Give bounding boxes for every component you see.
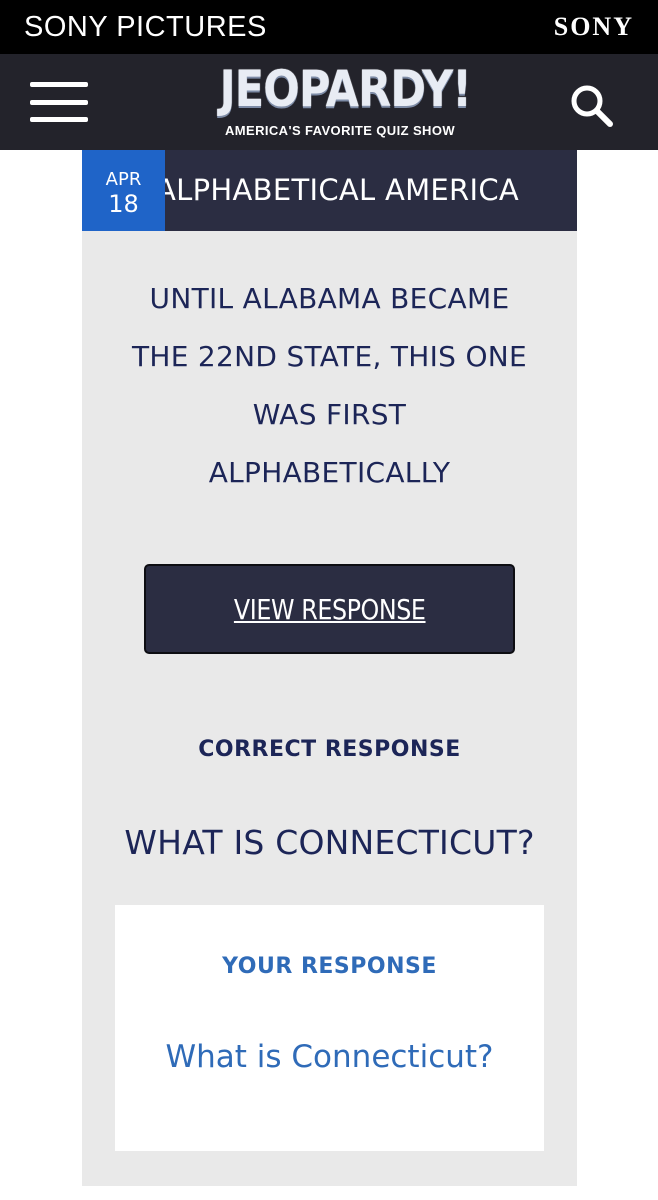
clue-line: THE 22ND STATE, THIS ONE [131, 340, 528, 373]
clue-line: WAS FIRST [252, 398, 407, 431]
view-response-button[interactable]: VIEW RESPONSE [144, 564, 515, 654]
site-header: JEOPARDY! AMERICA'S FAVORITE QUIZ SHOW [0, 54, 658, 150]
menu-line [30, 82, 88, 87]
category-bar: ALPHABETICAL AMERICA APR 18 [82, 150, 577, 231]
clue-card: ALPHABETICAL AMERICA APR 18 UNTIL ALABAM… [82, 150, 577, 1186]
sony-pictures-link[interactable]: SONY PICTURES [24, 10, 267, 44]
category-title: ALPHABETICAL AMERICA [156, 173, 520, 207]
view-response-label: VIEW RESPONSE [233, 592, 426, 626]
date-day: 18 [108, 190, 139, 218]
correct-response-text: WHAT IS CONNECTICUT? [124, 823, 535, 862]
your-response-text: What is Connecticut? [165, 1039, 494, 1075]
logo-text: JEOPARDY! [219, 60, 472, 118]
hamburger-menu-icon[interactable] [30, 82, 88, 122]
jeopardy-logo[interactable]: JEOPARDY! AMERICA'S FAVORITE QUIZ SHOW [200, 60, 480, 150]
clue-text: UNTIL ALABAMA BECAME THE 22ND STATE, THI… [102, 270, 557, 502]
date-badge: APR 18 [82, 150, 165, 231]
sony-top-bar: SONY PICTURES SONY [0, 0, 658, 54]
logo-tagline: AMERICA'S FAVORITE QUIZ SHOW [225, 123, 455, 138]
clue-line: UNTIL ALABAMA BECAME [149, 282, 510, 315]
search-icon[interactable] [566, 80, 616, 130]
search-icon-graphic [571, 85, 613, 127]
your-response-heading: YOUR RESPONSE [222, 954, 437, 979]
sony-logo[interactable]: SONY [554, 12, 634, 42]
date-month: APR [105, 169, 142, 190]
correct-response-heading: CORRECT RESPONSE [198, 737, 461, 762]
menu-line [30, 99, 88, 105]
menu-line [30, 117, 88, 122]
your-response-box: YOUR RESPONSE What is Connecticut? [115, 905, 544, 1151]
clue-line: ALPHABETICALLY [208, 456, 451, 489]
